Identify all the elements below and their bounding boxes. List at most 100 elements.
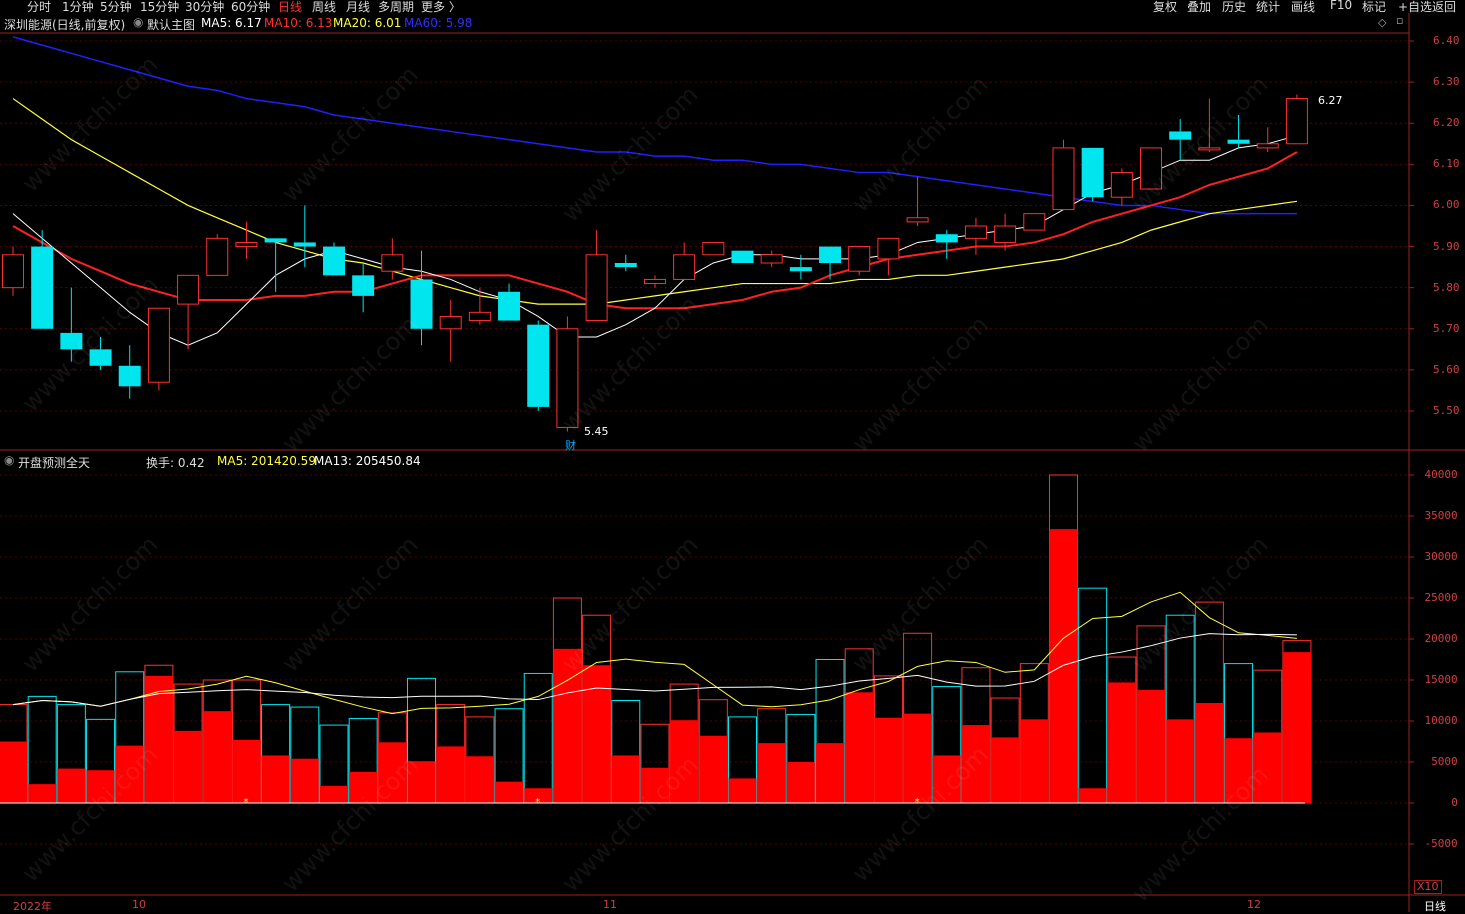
- candle-body-up: [1023, 213, 1046, 231]
- volume-bar: [436, 746, 465, 803]
- star-marker: *: [243, 797, 248, 808]
- star-marker: *: [535, 797, 540, 808]
- candle-body-up: [673, 254, 696, 280]
- volume-bar: [495, 781, 524, 803]
- candle-body-down: [789, 267, 812, 272]
- candle-body-up: [702, 241, 725, 256]
- volume-bar: [319, 785, 348, 803]
- candle-body-down: [935, 234, 958, 243]
- volume-tick-label: 30000: [1424, 550, 1458, 563]
- candle-body-up: [206, 237, 229, 276]
- volume-bar: [203, 711, 232, 803]
- candle-body-down: [731, 250, 754, 263]
- volume-tick-label: 35000: [1424, 509, 1458, 522]
- volume-forecast-bar: [1078, 587, 1108, 804]
- volume-bar: [728, 778, 757, 803]
- candle-body-up: [177, 274, 200, 305]
- volume-bar: [1195, 702, 1224, 803]
- price-tick-label: 6.10: [1433, 157, 1460, 171]
- x-label-nov: 11: [603, 898, 617, 911]
- candle-body-up: [848, 246, 871, 272]
- volume-bar: [232, 739, 261, 803]
- volume-bar: [290, 758, 319, 803]
- price-tick-label: 5.70: [1433, 321, 1460, 335]
- volume-bar: [874, 717, 903, 803]
- price-tick-label: 6.30: [1433, 75, 1460, 89]
- volume-ma13-line: [12, 633, 1297, 707]
- volume-bar: [0, 741, 27, 803]
- volume-bar: [57, 768, 86, 803]
- candle-body-up: [877, 237, 900, 260]
- candle-body-down: [1227, 139, 1250, 144]
- candle-body-up: [906, 217, 929, 223]
- volume-bar: [786, 762, 815, 803]
- x-label-dec: 12: [1247, 898, 1261, 911]
- volume-bar: [816, 743, 845, 803]
- candle-body-up: [643, 278, 666, 285]
- price-tick-label: 5.50: [1433, 404, 1460, 417]
- volume-bar: [757, 743, 786, 803]
- volume-tick-label: 25000: [1424, 591, 1458, 604]
- volume-ma5-line: [12, 591, 1297, 715]
- volume-bar: [582, 665, 611, 803]
- volume-bar: [1020, 719, 1049, 803]
- volume-tick-label: 10000: [1424, 714, 1458, 727]
- candle-body-down: [498, 291, 521, 321]
- volume-bar: [611, 755, 640, 803]
- volume-bar: [1107, 682, 1136, 803]
- candle-body-up: [468, 311, 491, 322]
- price-tick-label: 6.00: [1433, 198, 1460, 212]
- volume-bar: [1049, 529, 1078, 803]
- volume-bar: [845, 692, 874, 803]
- volume-bar: [1166, 719, 1195, 803]
- price-tick-label: 6.20: [1433, 116, 1460, 130]
- volume-bar: [1137, 689, 1166, 803]
- candle-body-up: [439, 315, 462, 330]
- candle-body-down: [614, 263, 637, 268]
- volume-tick-label: 5000: [1431, 755, 1458, 768]
- price-tick-label: 5.80: [1433, 280, 1460, 294]
- candle-body-up: [1285, 98, 1308, 145]
- candle-body-up: [235, 241, 258, 248]
- candle-body-down: [1081, 147, 1104, 198]
- volume-tick-label: 0: [1451, 796, 1458, 809]
- volume-bar: [144, 675, 173, 803]
- candle-body-up: [994, 225, 1017, 243]
- candle-body-up: [1256, 143, 1279, 149]
- candle-body-up: [381, 254, 404, 272]
- candle-body-up: [760, 254, 783, 264]
- candle-body-down: [31, 246, 54, 329]
- candle-body-up: [964, 225, 987, 239]
- candle-body-down: [293, 242, 316, 247]
- candle-body-down: [118, 365, 141, 387]
- volume-tick-label: 40000: [1424, 468, 1458, 481]
- candle-body-down: [264, 238, 287, 243]
- volume-bar: [261, 755, 290, 803]
- candle-body-up: [147, 307, 170, 383]
- volume-tick-label: 15000: [1424, 673, 1458, 686]
- candle-body-up: [585, 254, 608, 322]
- price-tick-label: 5.90: [1433, 239, 1460, 253]
- candle-body-down: [322, 246, 345, 276]
- candle-body-down: [527, 324, 550, 407]
- candle-body-up: [2, 254, 24, 289]
- high-price-label: 6.27: [1318, 94, 1343, 107]
- volume-unit: X10: [1414, 880, 1442, 894]
- financial-report-badge[interactable]: 财: [565, 437, 576, 453]
- volume-bar: [28, 784, 57, 803]
- candle-body-up: [1052, 147, 1075, 211]
- ma5-line: [12, 135, 1298, 346]
- price-tick-label: 5.60: [1433, 362, 1460, 376]
- volume-tick-label: 20000: [1424, 632, 1458, 645]
- volume-bar: [465, 756, 494, 803]
- volume-bar: [991, 737, 1020, 803]
- volume-tick-label: -5000: [1424, 837, 1458, 850]
- volume-bar: [1078, 788, 1107, 803]
- candle-body-down: [819, 246, 842, 263]
- candle-body-down: [352, 275, 375, 296]
- volume-forecast-bar: [523, 672, 553, 804]
- price-tick-label: 6.40: [1433, 34, 1460, 47]
- volume-bar: [174, 730, 203, 803]
- low-price-label: 5.45: [584, 425, 609, 438]
- volume-bar: [1282, 652, 1311, 803]
